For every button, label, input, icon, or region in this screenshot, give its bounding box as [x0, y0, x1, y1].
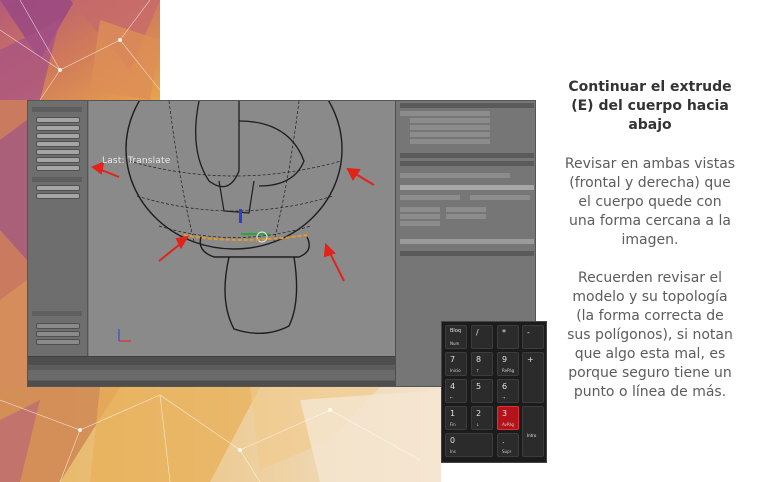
keypad-key-2: 2 ↓: [471, 406, 493, 430]
keypad-key-5: 5: [471, 379, 493, 403]
3d-viewport: [89, 101, 395, 356]
keypad-key-0: 0 Ins: [445, 433, 493, 457]
instruction-paragraph-2: Recuerden revisar el modelo y su topolog…: [567, 270, 733, 400]
slide-heading: Continuar el extrude (E) del cuerpo haci…: [568, 79, 732, 133]
keypad-key-4: 4 ←: [445, 379, 467, 403]
keypad-key-7: 7 Inicio: [445, 352, 467, 376]
last-operator-label: Last: Translate: [102, 156, 171, 166]
keypad-key-enter: Intro: [522, 406, 544, 457]
keypad-key-divide: /: [471, 325, 493, 349]
keypad-key-plus: +: [522, 352, 544, 403]
keypad-key-1: 1 Fin: [445, 406, 467, 430]
instruction-paragraph-1: Revisar en ambas vistas (frontal y derec…: [564, 156, 736, 248]
timeline-area: [28, 356, 395, 386]
keypad-key-decimal: . Supr: [497, 433, 519, 457]
keypad-key-8: 8 ↑: [471, 352, 493, 376]
numeric-keypad-image: Bloq Num / * - 7 Inicio 8 ↑ 9 RePág + 4 …: [441, 321, 547, 463]
keypad-key-multiply: *: [497, 325, 519, 349]
mesh-drawing: [90, 101, 375, 342]
keypad-key-minus: -: [522, 325, 544, 349]
tool-shelf-panel: [28, 101, 88, 356]
keypad-key-3-highlighted: 3 AvPág: [497, 406, 519, 430]
keypad-key-6: 6 →: [497, 379, 519, 403]
arrow-left-icon: ←: [450, 395, 454, 400]
arrow-right-icon: →: [502, 395, 506, 400]
keypad-key-9: 9 RePág: [497, 352, 519, 376]
arrow-down-icon: ↓: [476, 422, 480, 427]
keypad-key-numlock: Bloq Num: [445, 325, 467, 349]
instruction-text-column: Continuar el extrude (E) del cuerpo haci…: [564, 78, 736, 402]
arrow-up-icon: ↑: [476, 368, 480, 373]
